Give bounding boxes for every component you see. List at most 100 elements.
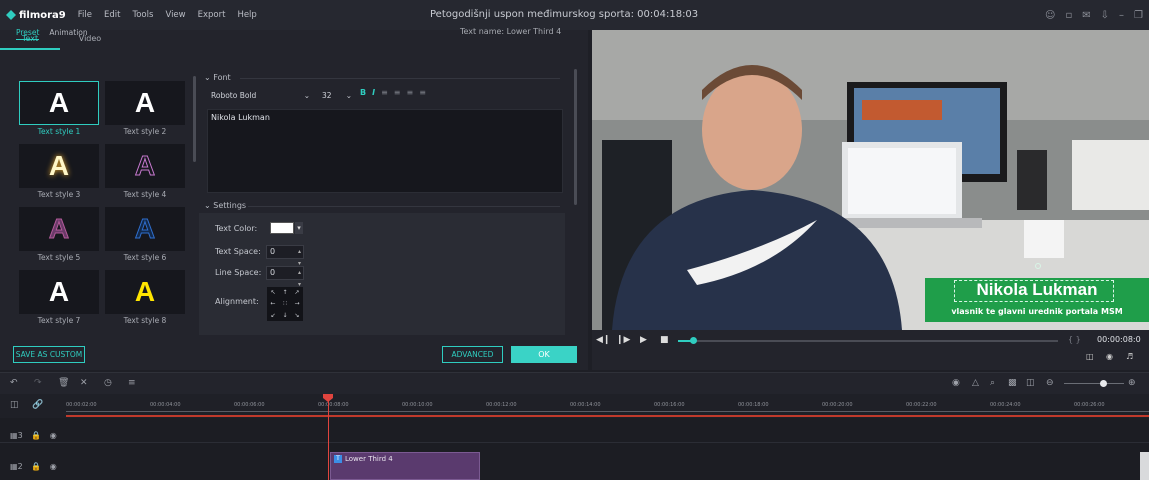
minimize-icon[interactable]: – xyxy=(1119,10,1124,21)
font-size-select[interactable]: 32 ⌄ xyxy=(322,89,352,103)
text-style-4-thumb[interactable]: A xyxy=(105,144,185,188)
play-pause-icon[interactable]: ❙▶ xyxy=(616,335,630,345)
text-style-2-thumb[interactable]: A xyxy=(105,81,185,125)
lock-icon[interactable]: 🔒 xyxy=(31,431,41,440)
align-top-right-icon[interactable]: ↗ xyxy=(294,289,299,296)
text-color-dropdown[interactable]: ▾ xyxy=(295,222,303,234)
rotate-handle-icon[interactable] xyxy=(1035,263,1041,269)
eye-icon[interactable]: ◉ xyxy=(50,462,57,471)
menu-help[interactable]: Help xyxy=(237,10,256,20)
render-preview-icon[interactable]: ◫ xyxy=(1086,352,1094,361)
cut-icon[interactable]: ✕ xyxy=(80,378,88,388)
timecode: 00:00:08:0 xyxy=(1097,335,1141,344)
track-divider xyxy=(0,442,1149,443)
ruler-tick-label: 00:00:12:00 xyxy=(486,402,517,408)
video-preview[interactable]: Nikola Lukman vlasnik te glavni urednik … xyxy=(592,30,1149,330)
text-style-7-thumb[interactable]: A xyxy=(19,270,99,314)
download-icon[interactable]: ⇩ xyxy=(1101,10,1109,21)
text-style-6-thumb[interactable]: A xyxy=(105,207,185,251)
align-bottom-right-icon[interactable]: ↘ xyxy=(294,312,299,319)
text-space-stepper[interactable]: 0 ▴ ▾ xyxy=(266,245,304,267)
app-logo: filmora9 xyxy=(6,10,66,21)
notification-icon[interactable]: ▫ xyxy=(1065,10,1072,21)
ok-button[interactable]: OK xyxy=(511,346,577,363)
render-icon[interactable]: ◉ xyxy=(952,378,960,388)
ruler-tick-label: 00:00:10:00 xyxy=(402,402,433,408)
split-screen-icon[interactable]: ◫ xyxy=(1026,378,1035,388)
menu-view[interactable]: View xyxy=(165,10,185,20)
text-style-8-thumb[interactable]: A xyxy=(105,270,185,314)
line-space-stepper[interactable]: 0 ▴ ▾ xyxy=(266,266,304,288)
align-bottom-icon[interactable]: ↓ xyxy=(282,312,287,319)
presets-scrollbar[interactable] xyxy=(193,76,196,162)
duration-icon[interactable]: ◷ xyxy=(104,378,112,388)
link-icon[interactable]: 🔗 xyxy=(32,400,43,410)
style-glyph: A xyxy=(134,87,156,118)
text-style-6-label: Text style 6 xyxy=(123,253,167,262)
marker-braces[interactable]: { } xyxy=(1068,335,1081,344)
redo-icon[interactable]: ↷ xyxy=(34,378,42,388)
editor-scrollbar[interactable] xyxy=(574,69,577,205)
menu-export[interactable]: Export xyxy=(198,10,226,20)
restore-icon[interactable]: ❐ xyxy=(1134,10,1143,21)
voiceover-icon[interactable]: ▩ xyxy=(1008,378,1017,388)
volume-icon[interactable]: ♬ xyxy=(1126,352,1133,361)
adjust-icon[interactable]: ≡ xyxy=(128,378,136,388)
zoom-in-icon[interactable]: ⊕ xyxy=(1128,378,1136,388)
font-family-select[interactable]: Roboto Bold ⌄ xyxy=(207,89,312,103)
text-style-5-thumb[interactable]: A xyxy=(19,207,99,251)
align-top-icon[interactable]: ↑ xyxy=(282,289,287,296)
snapshot-icon[interactable]: ◉ xyxy=(1106,352,1113,361)
render-bar xyxy=(66,415,1149,417)
align-top-left-icon[interactable]: ↖ xyxy=(270,289,275,296)
line-space-value: 0 xyxy=(270,268,276,277)
tab-preset[interactable]: Preset xyxy=(16,28,40,40)
alignment-grid[interactable]: ↖ ↑ ↗ ← ∷ → ↙ ↓ ↘ xyxy=(267,287,303,321)
menu-file[interactable]: File xyxy=(78,10,92,20)
text-style-1-thumb[interactable]: A xyxy=(19,81,99,125)
text-color-swatch[interactable] xyxy=(270,222,294,234)
ruler-tick-label: 00:00:02:00 xyxy=(66,402,97,408)
add-track-icon[interactable]: ◫ xyxy=(10,400,19,410)
undo-icon[interactable]: ↶ xyxy=(10,378,18,388)
align-justify-icon[interactable]: ≡ xyxy=(419,88,426,97)
playback-progress-thumb[interactable] xyxy=(690,337,697,344)
mail-icon[interactable]: ✉ xyxy=(1082,10,1090,21)
tab-animation[interactable]: Animation xyxy=(49,28,87,40)
align-center-icon[interactable]: ≡ xyxy=(394,88,401,97)
align-right-icon[interactable]: → xyxy=(294,300,299,307)
delete-icon[interactable]: 🗑 xyxy=(58,378,69,388)
menu-edit[interactable]: Edit xyxy=(104,10,120,20)
advanced-button[interactable]: ADVANCED xyxy=(442,346,503,363)
stop-icon[interactable]: ■ xyxy=(660,335,669,345)
align-center-icon[interactable]: ∷ xyxy=(283,300,287,307)
zoom-slider-track[interactable] xyxy=(1064,383,1124,384)
bold-icon[interactable]: B xyxy=(360,88,366,97)
font-section-title[interactable]: ⌄ Font xyxy=(204,73,231,82)
lower-third-subtitle[interactable]: vlasnik te glavni urednik portala MSM xyxy=(925,306,1149,318)
text-content-input[interactable]: Nikola Lukman xyxy=(207,109,563,193)
settings-section-title[interactable]: ⌄ Settings xyxy=(204,201,246,210)
italic-icon[interactable]: I xyxy=(372,88,375,97)
align-left-icon[interactable]: ← xyxy=(270,300,275,307)
align-left-icon[interactable]: ≡ xyxy=(381,88,388,97)
zoom-slider-thumb[interactable] xyxy=(1100,380,1107,387)
lock-icon[interactable]: 🔒 xyxy=(31,462,41,471)
step-back-icon[interactable]: ◀❙ xyxy=(596,335,610,345)
align-right-icon[interactable]: ≡ xyxy=(407,88,414,97)
menu-tools[interactable]: Tools xyxy=(132,10,153,20)
video-clip-thumbnail[interactable] xyxy=(1140,452,1149,480)
text-style-3-thumb[interactable]: A xyxy=(19,144,99,188)
microphone-icon[interactable]: ⌕ xyxy=(990,378,995,388)
playback-progress-track[interactable] xyxy=(678,340,1058,342)
play-icon[interactable]: ▶ xyxy=(640,335,647,345)
eye-icon[interactable]: ◉ xyxy=(50,431,57,440)
text-style-3-label: Text style 3 xyxy=(37,190,81,199)
zoom-out-icon[interactable]: ⊖ xyxy=(1046,378,1054,388)
selection-box[interactable] xyxy=(954,280,1114,302)
save-as-custom-button[interactable]: SAVE AS CUSTOM xyxy=(13,346,85,363)
account-icon[interactable]: ☺ xyxy=(1045,10,1055,21)
marker-icon[interactable]: △ xyxy=(972,378,979,388)
ruler-baseline xyxy=(66,411,1149,412)
align-bottom-left-icon[interactable]: ↙ xyxy=(270,312,275,319)
